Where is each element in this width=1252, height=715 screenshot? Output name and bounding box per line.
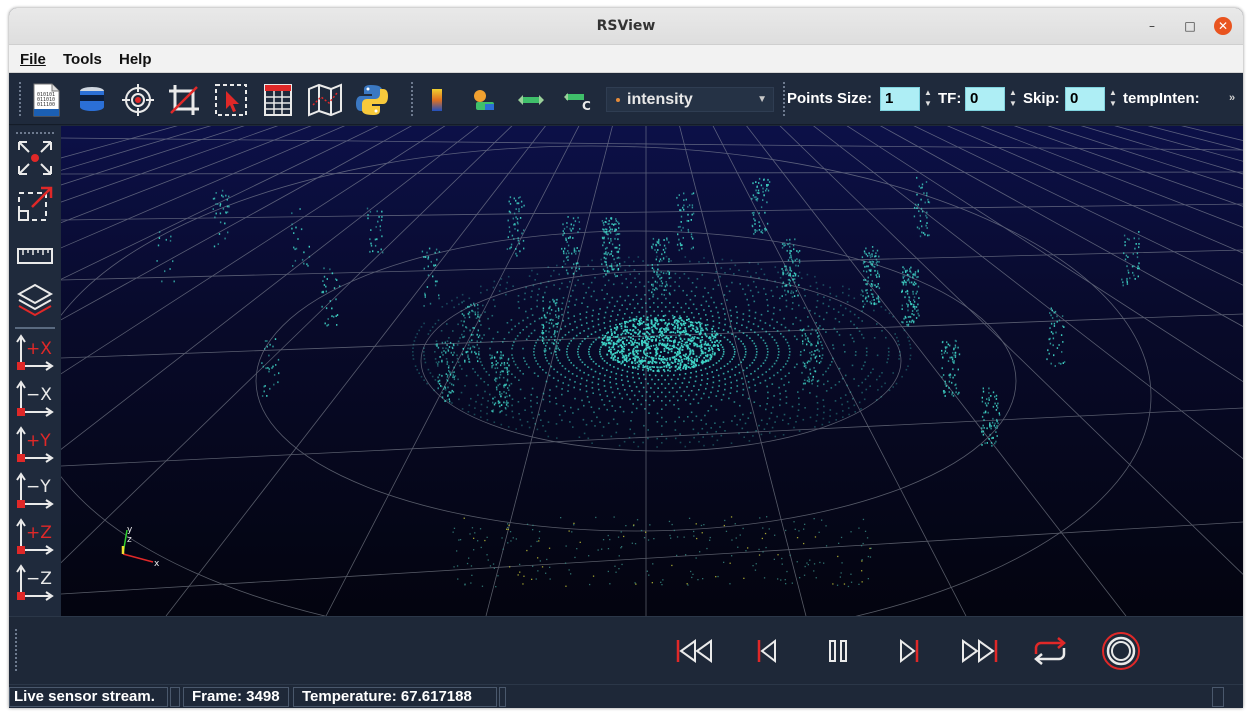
view-toolbar: +X −X +Y −Y +Z −Z bbox=[9, 126, 61, 616]
minimize-button[interactable]: – bbox=[1143, 17, 1161, 35]
toolbar-grip[interactable] bbox=[19, 82, 21, 118]
python-icon[interactable] bbox=[354, 82, 390, 118]
points-size-label: Points Size: bbox=[787, 90, 873, 107]
maximize-button[interactable]: □ bbox=[1181, 17, 1199, 35]
pause-button[interactable] bbox=[818, 631, 858, 671]
view-minus-x-button[interactable]: −X bbox=[15, 378, 55, 418]
view-plus-z-button[interactable]: +Z bbox=[15, 516, 55, 556]
rescale-range-icon[interactable] bbox=[513, 82, 549, 118]
skip-input[interactable]: 0 bbox=[1065, 87, 1105, 111]
window-title: RSView bbox=[596, 18, 656, 34]
toolbar-grip-2[interactable] bbox=[411, 82, 413, 118]
orientation-axes: x yz bbox=[121, 525, 160, 569]
axis-button-label: +Z bbox=[26, 523, 52, 543]
ruler-icon[interactable] bbox=[15, 236, 55, 276]
open-file-icon[interactable]: 010101 011010 011100 bbox=[28, 82, 64, 118]
svg-text:C: C bbox=[582, 99, 591, 112]
last-frame-button[interactable] bbox=[959, 631, 999, 671]
main-toolbar: 010101 011010 011100 C intensity ▼ Point… bbox=[9, 74, 1243, 125]
previous-frame-button[interactable] bbox=[747, 631, 787, 671]
chevron-down-icon: ▼ bbox=[757, 94, 767, 105]
color-by-dot-icon bbox=[616, 98, 620, 102]
status-message: Live sensor stream. bbox=[9, 687, 168, 707]
target-icon[interactable] bbox=[120, 82, 156, 118]
skip-label: Skip: bbox=[1023, 90, 1060, 107]
toolbar-overflow-button[interactable]: » bbox=[1229, 92, 1235, 104]
view-minus-y-button[interactable]: −Y bbox=[15, 470, 55, 510]
view-plus-y-button[interactable]: +Y bbox=[15, 424, 55, 464]
loop-icon[interactable] bbox=[1030, 631, 1070, 671]
color-by-combo[interactable]: intensity ▼ bbox=[606, 87, 774, 112]
points-size-stepper[interactable]: ▲ ▼ bbox=[923, 87, 933, 111]
status-size-grip[interactable] bbox=[1212, 687, 1224, 707]
app-window: RSView – □ ✕ File Tools Help 010101 0110… bbox=[9, 8, 1243, 708]
points-size-input[interactable]: 1 bbox=[880, 87, 920, 111]
select-points-icon[interactable] bbox=[213, 82, 249, 118]
status-temperature: Temperature: 67.617188 bbox=[293, 687, 497, 707]
tf-label: TF: bbox=[938, 90, 962, 107]
zoom-to-box-icon[interactable] bbox=[15, 184, 55, 224]
point-cloud-render[interactable]: x yz bbox=[61, 126, 1243, 616]
axis-x-label: x bbox=[154, 559, 160, 569]
tf-stepper[interactable]: ▲ ▼ bbox=[1008, 87, 1018, 111]
menu-bar: File Tools Help bbox=[9, 45, 1243, 73]
close-button[interactable]: ✕ bbox=[1214, 17, 1232, 35]
status-frame: Frame: 3498 bbox=[183, 687, 289, 707]
axis-y-label: y bbox=[127, 525, 133, 535]
playback-toolbar bbox=[9, 616, 1243, 684]
reset-camera-icon[interactable] bbox=[15, 138, 55, 178]
axis-button-label: −Y bbox=[26, 477, 51, 497]
status-bar: Live sensor stream. Frame: 3498 Temperat… bbox=[9, 684, 1243, 708]
map-icon[interactable] bbox=[307, 82, 343, 118]
point-cloud bbox=[156, 176, 1140, 588]
crop-icon[interactable] bbox=[166, 82, 202, 118]
layers-icon[interactable] bbox=[15, 280, 55, 320]
range-ring bbox=[255, 230, 1017, 532]
view-toolbar-separator bbox=[15, 327, 55, 329]
view-toolbar-grip[interactable] bbox=[16, 132, 54, 134]
edit-color-map-icon[interactable] bbox=[466, 82, 502, 118]
axis-z-label: z bbox=[127, 535, 132, 545]
ground-grid bbox=[61, 126, 1243, 616]
record-icon[interactable] bbox=[1101, 631, 1141, 671]
temp-inten-label: tempInten: bbox=[1123, 90, 1200, 107]
axis-button-label: +X bbox=[26, 339, 52, 359]
menu-tools[interactable]: Tools bbox=[63, 51, 102, 68]
tf-input[interactable]: 0 bbox=[965, 87, 1005, 111]
axis-button-label: −X bbox=[26, 385, 52, 405]
status-separator bbox=[170, 687, 180, 707]
title-bar: RSView – □ ✕ bbox=[9, 8, 1243, 45]
color-by-value: intensity bbox=[627, 91, 693, 108]
view-minus-z-button[interactable]: −Z bbox=[15, 562, 55, 602]
color-legend-icon[interactable] bbox=[419, 82, 455, 118]
axis-button-label: −Z bbox=[26, 569, 52, 589]
menu-help[interactable]: Help bbox=[119, 51, 152, 68]
next-frame-button[interactable] bbox=[889, 631, 929, 671]
point-cloud-viewport[interactable]: x yz bbox=[61, 126, 1243, 616]
custom-range-icon[interactable]: C bbox=[560, 82, 596, 118]
spreadsheet-icon[interactable] bbox=[260, 82, 296, 118]
menu-file[interactable]: File bbox=[20, 51, 46, 68]
toolbar-grip-3[interactable] bbox=[783, 82, 785, 118]
axis-button-label: +Y bbox=[26, 431, 51, 451]
playback-grip[interactable] bbox=[15, 629, 17, 673]
first-frame-button[interactable] bbox=[675, 631, 715, 671]
status-separator-2 bbox=[499, 687, 506, 707]
skip-stepper[interactable]: ▲ ▼ bbox=[1108, 87, 1118, 111]
lidar-sensor-icon[interactable] bbox=[74, 82, 110, 118]
view-plus-x-button[interactable]: +X bbox=[15, 332, 55, 372]
svg-text:011100: 011100 bbox=[37, 102, 55, 108]
